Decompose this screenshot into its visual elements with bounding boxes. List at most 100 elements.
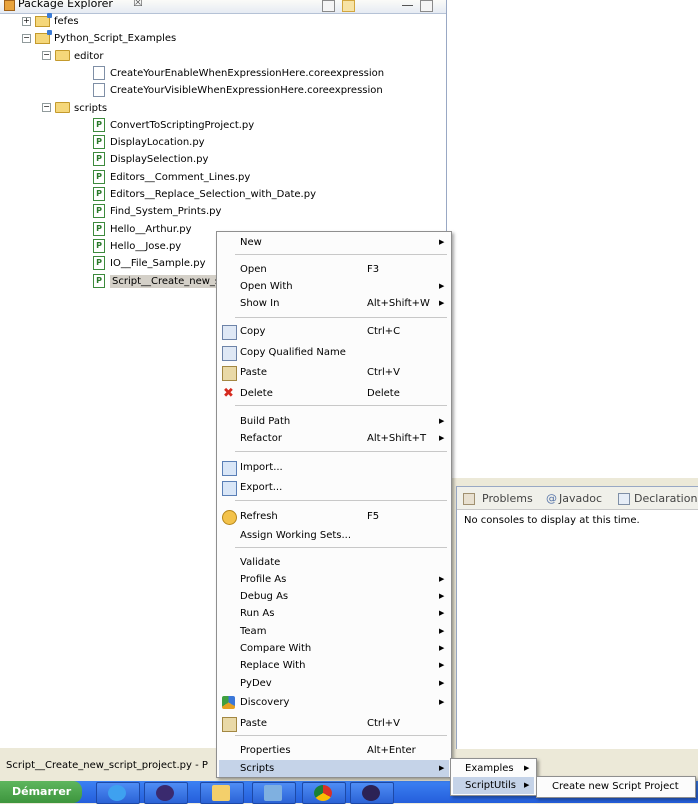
submenu-item-examples[interactable]: Examples ▶: [453, 760, 534, 777]
menu-item-new[interactable]: New ▶: [219, 234, 449, 251]
chevron-right-icon: ▶: [439, 575, 445, 583]
tab-declaration[interactable]: Declaration: [634, 492, 697, 505]
menu-item-copy-qualified-name[interactable]: Copy Qualified Name: [219, 344, 449, 361]
collapse-icon[interactable]: −: [42, 51, 51, 61]
package-explorer-title: Package Explorer: [18, 0, 113, 10]
status-bar: Script__Create_new_script_project.py - P: [0, 755, 226, 777]
collapse-icon[interactable]: −: [22, 33, 31, 43]
menu-item-label: Refresh: [240, 511, 278, 522]
menu-item-discovery[interactable]: Discovery ▶: [219, 694, 449, 711]
tree-item-label: DisplayLocation.py: [110, 137, 205, 149]
taskbar-folder-button[interactable]: [200, 782, 244, 804]
menu-item-label: Compare With: [240, 643, 312, 654]
menu-item-validate[interactable]: Validate: [219, 554, 449, 571]
menu-item-accelerator: Ctrl+C: [367, 326, 401, 337]
tree-item[interactable]: + fefes: [22, 12, 79, 30]
minimize-icon[interactable]: [402, 0, 413, 6]
tab-javadoc[interactable]: Javadoc: [559, 492, 602, 505]
menu-item-delete[interactable]: ✖ Delete Delete: [219, 385, 449, 402]
tree-item[interactable]: P DisplayLocation.py: [80, 134, 205, 151]
submenu-item-label: Examples: [465, 763, 514, 774]
console-message: No consoles to display at this time.: [464, 515, 640, 526]
tree-item-label: Hello__Jose.py: [110, 240, 182, 252]
tree-item[interactable]: − editor: [42, 48, 103, 65]
tree-item[interactable]: P ConvertToScriptingProject.py: [80, 117, 254, 134]
menu-item-profile-as[interactable]: Profile As ▶: [219, 571, 449, 588]
menu-item-show-in[interactable]: Show In Alt+Shift+W ▶: [219, 295, 449, 312]
menu-item-label: Delete: [240, 388, 273, 399]
menu-item-accelerator: Ctrl+V: [367, 718, 401, 729]
menu-item-pydev[interactable]: PyDev ▶: [219, 675, 449, 692]
tree-item[interactable]: P DisplaySelection.py: [80, 151, 208, 168]
scripts-submenu: Examples ▶ ScriptUtils ▶: [450, 758, 537, 796]
link-with-editor-icon[interactable]: [342, 0, 355, 12]
menu-item-paste[interactable]: Paste Ctrl+V: [219, 364, 449, 381]
tree-item[interactable]: CreateYourEnableWhenExpressionHere.coree…: [80, 65, 384, 82]
tree-item[interactable]: P Script__Create_new_sc: [80, 273, 228, 290]
menu-item-build-path[interactable]: Build Path ▶: [219, 413, 449, 430]
package-explorer-icon: [4, 0, 15, 11]
export-icon: [222, 481, 237, 496]
import-icon: [222, 461, 237, 476]
menu-item-export[interactable]: Export...: [219, 479, 449, 496]
tree-item[interactable]: P Hello__Arthur.py: [80, 221, 192, 238]
menu-item-label: Open With: [240, 281, 293, 292]
menu-item-compare-with[interactable]: Compare With ▶: [219, 640, 449, 657]
copy-qualified-icon: [222, 346, 237, 361]
start-button[interactable]: Démarrer: [0, 781, 82, 803]
menu-item-run-as[interactable]: Run As ▶: [219, 605, 449, 622]
menu-item-copy[interactable]: Copy Ctrl+C: [219, 323, 449, 340]
close-icon[interactable]: ☒: [133, 0, 143, 9]
taskbar-chrome-button[interactable]: [302, 782, 346, 804]
tree-item-label: ConvertToScriptingProject.py: [110, 119, 255, 131]
menu-item-refactor[interactable]: Refactor Alt+Shift+T ▶: [219, 430, 449, 447]
folder-icon: [212, 785, 230, 801]
tree-item[interactable]: P Find_System_Prints.py: [80, 203, 221, 220]
menu-item-label: Build Path: [240, 416, 291, 427]
delete-icon: ✖: [223, 386, 234, 401]
menu-item-label: Open: [240, 264, 267, 275]
collapse-all-icon[interactable]: [322, 0, 335, 12]
tree-item[interactable]: P IO__File_Sample.py: [80, 255, 206, 272]
menu-item-debug-as[interactable]: Debug As ▶: [219, 588, 449, 605]
menu-item-replace-with[interactable]: Replace With ▶: [219, 657, 449, 674]
console-view-tabs: Problems @ Javadoc Declaration: [457, 487, 698, 510]
python-file-icon: P: [93, 221, 105, 236]
tree-item[interactable]: CreateYourVisibleWhenExpressionHere.core…: [80, 82, 383, 99]
taskbar-eclipse-button[interactable]: [350, 782, 394, 804]
menu-item-team[interactable]: Team ▶: [219, 623, 449, 640]
menu-item-open-with[interactable]: Open With ▶: [219, 278, 449, 295]
menu-item-properties[interactable]: Properties Alt+Enter: [219, 742, 449, 759]
console-view: Problems @ Javadoc Declaration No consol…: [456, 486, 698, 749]
create-new-script-project-item[interactable]: Create new Script Project: [539, 778, 693, 795]
tree-item-label: IO__File_Sample.py: [110, 258, 206, 270]
taskbar-app-button[interactable]: [144, 782, 188, 804]
expand-icon[interactable]: +: [22, 16, 31, 26]
submenu-item-scriptutils[interactable]: ScriptUtils ▶: [453, 777, 534, 794]
menu-item-assign-working-sets[interactable]: Assign Working Sets...: [219, 527, 449, 544]
tab-problems[interactable]: Problems: [482, 492, 533, 505]
menu-item-label: Refactor: [240, 433, 282, 444]
tree-item-label: scripts: [74, 102, 108, 114]
taskbar-image-button[interactable]: [252, 782, 296, 804]
menu-item-paste[interactable]: Paste Ctrl+V: [219, 715, 449, 732]
menu-item-label: Import...: [240, 462, 283, 473]
menu-item-import[interactable]: Import...: [219, 459, 449, 476]
chevron-right-icon: ▶: [439, 609, 445, 617]
tree-item[interactable]: − scripts: [42, 100, 107, 117]
chevron-right-icon: ▶: [439, 592, 445, 600]
maximize-icon[interactable]: [420, 0, 433, 12]
taskbar-ie-button[interactable]: [96, 782, 140, 804]
tree-item[interactable]: P Editors__Replace_Selection_with_Date.py: [80, 186, 316, 203]
tree-item[interactable]: − Python_Script_Examples: [22, 29, 176, 47]
tree-item[interactable]: P Hello__Jose.py: [80, 238, 181, 255]
menu-item-open[interactable]: Open F3: [219, 261, 449, 278]
image-icon: [264, 785, 282, 801]
package-explorer-tab[interactable]: Package Explorer ☒: [0, 0, 446, 14]
menu-item-scripts[interactable]: Scripts ▶: [219, 760, 449, 777]
collapse-icon[interactable]: −: [42, 103, 51, 112]
project-folder-icon: [35, 29, 52, 44]
menu-item-refresh[interactable]: Refresh F5: [219, 508, 449, 525]
menu-item-label: Export...: [240, 482, 283, 493]
tree-item[interactable]: P Editors__Comment_Lines.py: [80, 169, 250, 186]
